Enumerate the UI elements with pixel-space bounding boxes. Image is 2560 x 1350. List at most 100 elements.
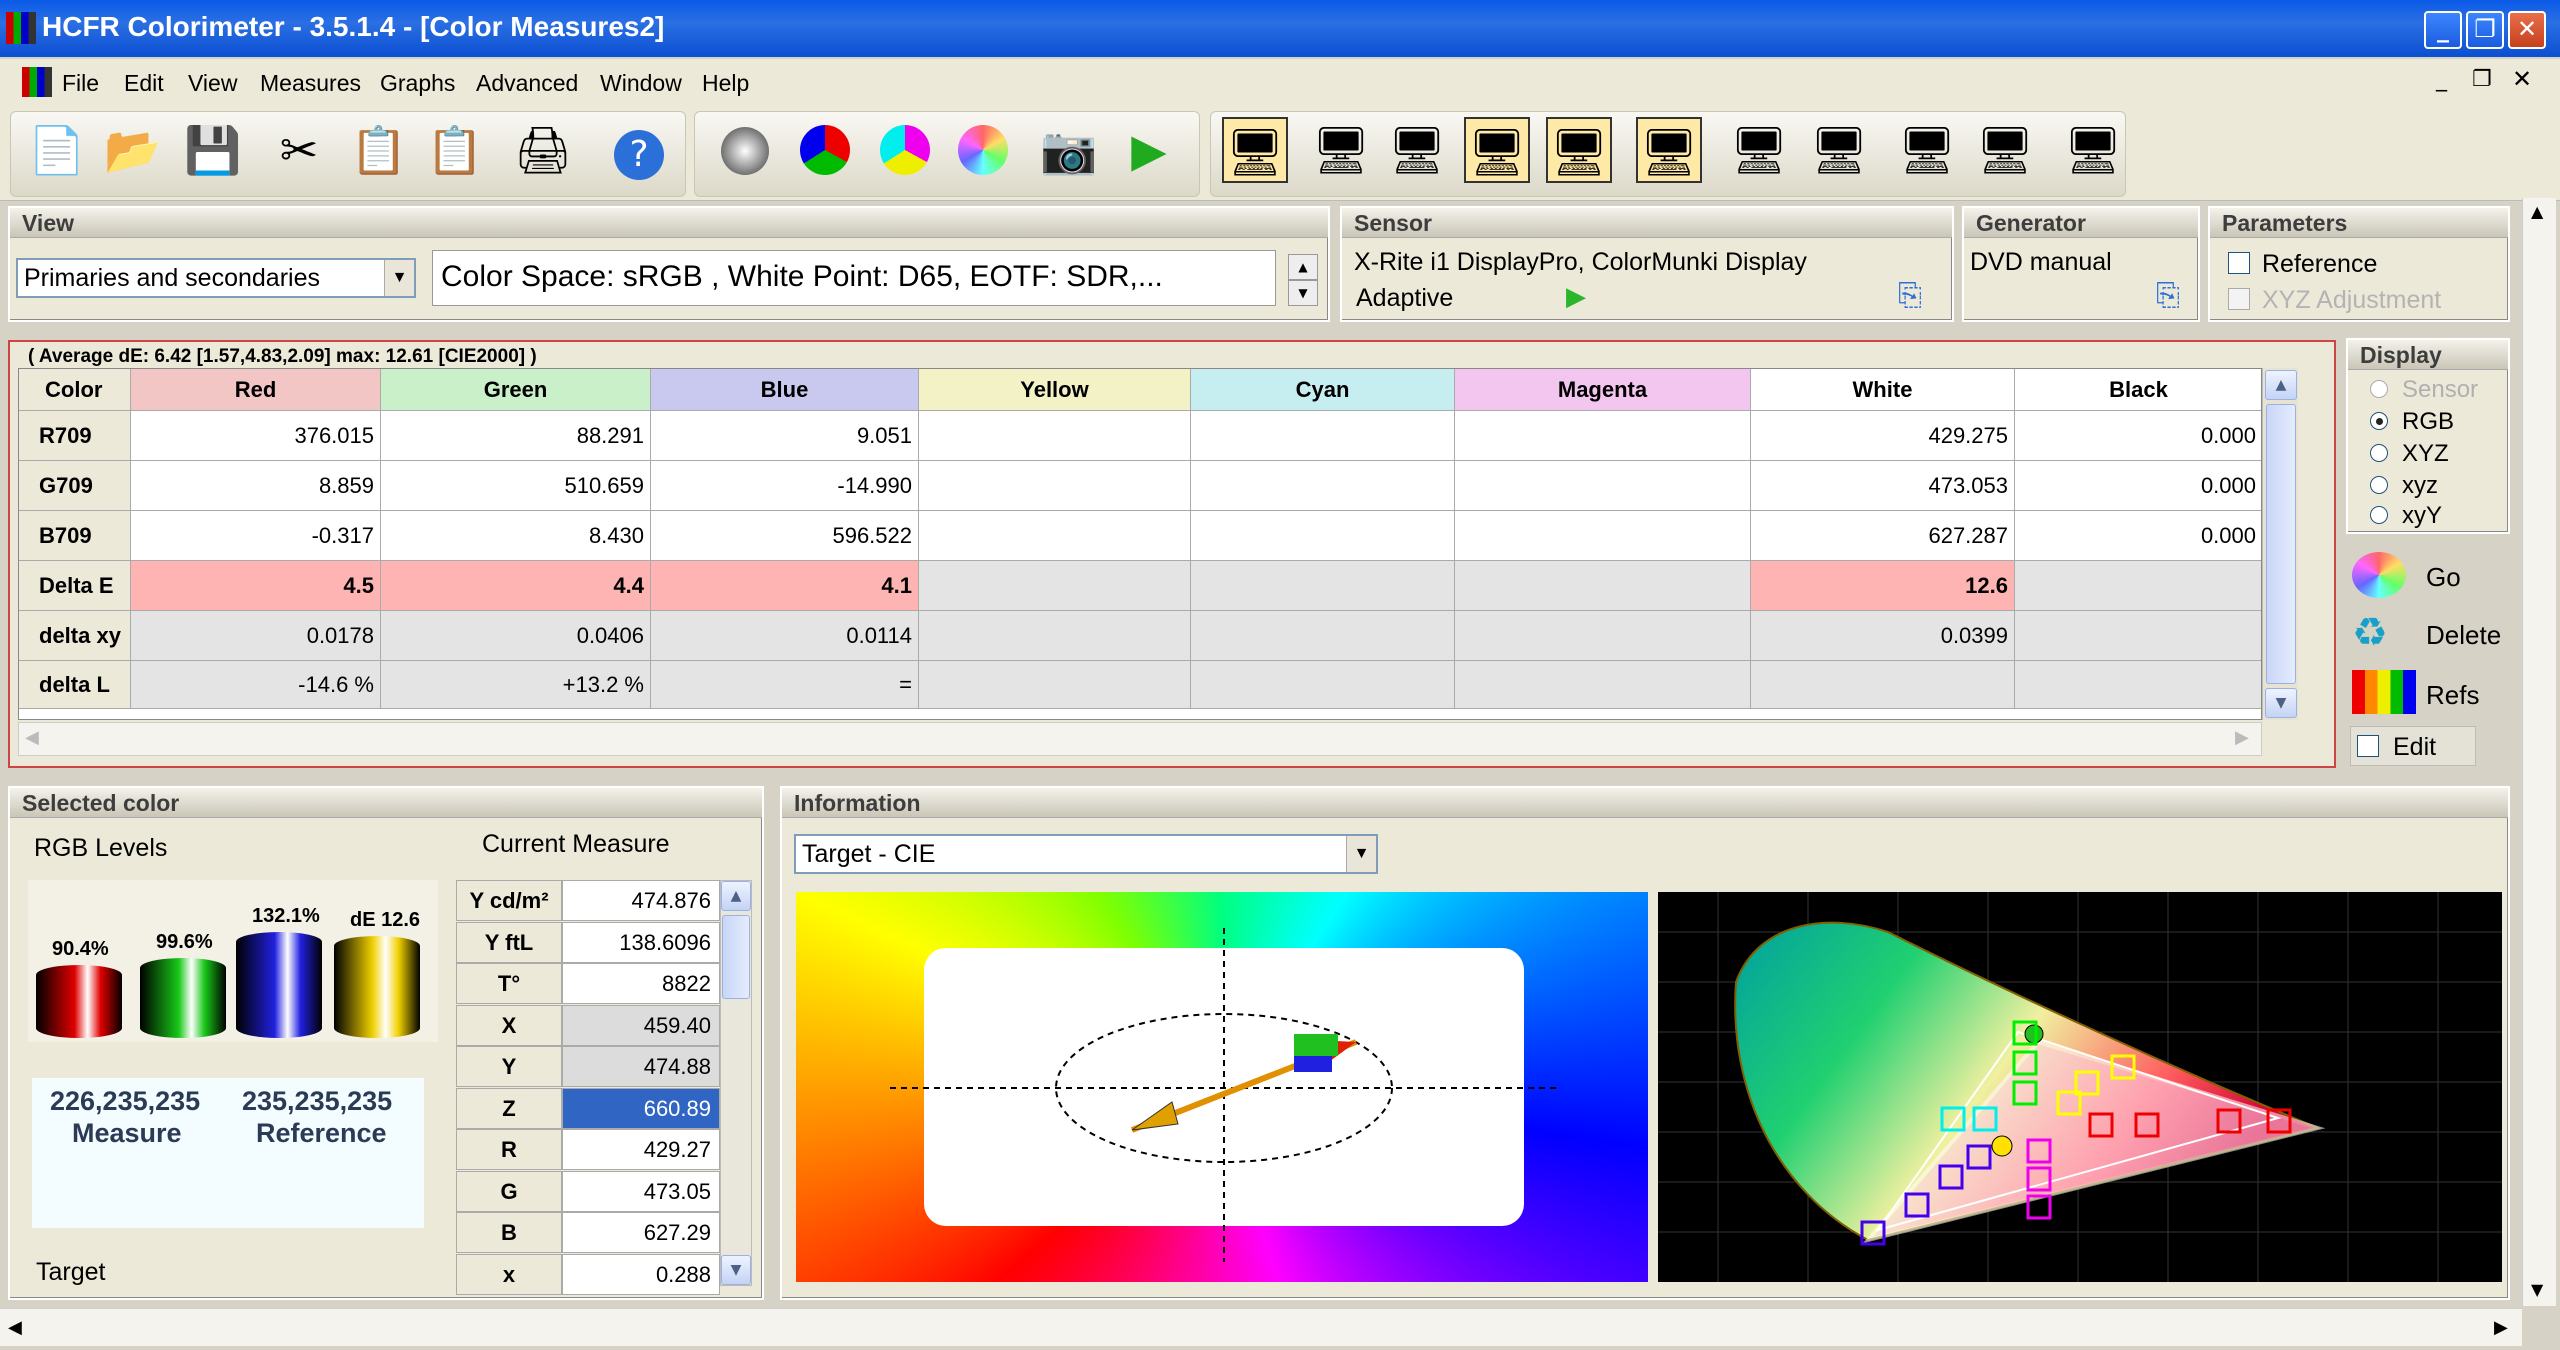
primaries-icon[interactable] xyxy=(792,117,858,183)
main-vertical-scrollbar[interactable]: ▲ ▼ xyxy=(2522,198,2556,1306)
column-header-green[interactable]: Green xyxy=(381,369,651,411)
table-cell[interactable]: 0.000 xyxy=(2015,461,2261,511)
table-cell[interactable] xyxy=(2015,661,2261,709)
chevron-down-icon[interactable]: ▼ xyxy=(384,260,414,296)
table-cell[interactable]: 376.015 xyxy=(131,411,381,461)
table-cell[interactable] xyxy=(919,611,1191,661)
de-graph-icon[interactable]: 🖥 xyxy=(1726,117,1792,183)
delete-button[interactable]: ♻ Delete xyxy=(2348,606,2508,660)
table-cell[interactable] xyxy=(1751,661,2015,709)
cie-chart-icon[interactable]: 🖥 xyxy=(1636,117,1702,183)
measure-row[interactable]: B 627.29 xyxy=(456,1212,720,1253)
paste-icon[interactable]: 📋 xyxy=(422,117,488,183)
measure-row[interactable]: X 459.40 xyxy=(456,1004,720,1046)
copy-icon[interactable]: 📋 xyxy=(346,117,412,183)
grid-scroll-down[interactable]: ▼ xyxy=(2265,688,2297,718)
grid-scroll-right[interactable]: ▶ xyxy=(2235,727,2249,748)
column-header-black[interactable]: Black xyxy=(2015,369,2261,411)
luminance-graph-icon[interactable]: 🖥 xyxy=(1384,117,1450,183)
table-cell[interactable] xyxy=(1191,461,1455,511)
table-cell[interactable]: 88.291 xyxy=(381,411,651,461)
mdi-close-button[interactable]: ✕ xyxy=(2512,65,2532,93)
menu-file[interactable]: File xyxy=(62,70,99,97)
table-cell[interactable]: 627.287 xyxy=(1751,511,2015,561)
main-scroll-left[interactable]: ◀ xyxy=(8,1317,22,1338)
table-cell[interactable] xyxy=(1455,561,1751,611)
table-cell[interactable]: 0.000 xyxy=(2015,411,2261,461)
table-cell[interactable] xyxy=(1191,611,1455,661)
sensor-play-icon[interactable]: ▶ xyxy=(1566,282,1586,312)
table-cell[interactable]: 4.1 xyxy=(651,561,919,611)
column-header-magenta[interactable]: Magenta xyxy=(1455,369,1751,411)
measures-view-icon[interactable]: 🖥 xyxy=(1222,117,1288,183)
display-radio-xyz[interactable] xyxy=(2370,444,2388,462)
table-cell[interactable] xyxy=(919,411,1191,461)
table-cell[interactable] xyxy=(1191,561,1455,611)
menu-view[interactable]: View xyxy=(188,70,237,97)
column-header-cyan[interactable]: Cyan xyxy=(1191,369,1455,411)
table-cell[interactable]: 4.4 xyxy=(381,561,651,611)
camera-icon[interactable]: 📷 xyxy=(1036,117,1102,183)
measure-scroll-up[interactable]: ▲ xyxy=(721,881,751,911)
table-cell[interactable] xyxy=(1191,511,1455,561)
generator-config-icon[interactable]: ⎘ xyxy=(2156,278,2180,313)
table-cell[interactable]: 9.051 xyxy=(651,411,919,461)
menu-graphs[interactable]: Graphs xyxy=(380,70,455,97)
table-cell[interactable]: 8.859 xyxy=(131,461,381,511)
table-cell[interactable]: 596.522 xyxy=(651,511,919,561)
column-header-yellow[interactable]: Yellow xyxy=(919,369,1191,411)
maximize-button[interactable]: ❐ xyxy=(2466,11,2504,49)
cut-icon[interactable]: ✂ xyxy=(266,117,332,183)
view-mode-select[interactable]: Primaries and secondaries ▼ xyxy=(16,258,416,298)
mdi-minimize-button[interactable]: _ xyxy=(2436,67,2447,92)
table-cell[interactable]: = xyxy=(651,661,919,709)
table-cell[interactable] xyxy=(2015,611,2261,661)
table-cell[interactable] xyxy=(919,561,1191,611)
table-cell[interactable]: 0.0178 xyxy=(131,611,381,661)
sensor-config-icon[interactable]: ⎘ xyxy=(1898,278,1922,313)
menu-advanced[interactable]: Advanced xyxy=(476,70,578,97)
table-cell[interactable] xyxy=(1191,661,1455,709)
column-header-white[interactable]: White xyxy=(1751,369,2015,411)
measure-scroll-thumb[interactable] xyxy=(722,915,750,999)
saturation-shift-graph-icon[interactable]: 🖥 xyxy=(1894,117,1960,183)
menu-window[interactable]: Window xyxy=(600,70,682,97)
minimize-button[interactable]: _ xyxy=(2424,11,2462,49)
table-cell[interactable] xyxy=(1455,661,1751,709)
display-radio-rgb[interactable] xyxy=(2370,412,2388,430)
color-temp-graph-icon[interactable]: 🖥 xyxy=(1546,117,1612,183)
help-icon[interactable]: ? xyxy=(606,117,672,183)
open-icon[interactable]: 📂 xyxy=(100,117,166,183)
table-cell[interactable] xyxy=(1191,411,1455,461)
info-spin-up[interactable]: ▲ xyxy=(1288,254,1318,280)
measure-row[interactable]: Y cd/m² 474.876 xyxy=(456,880,720,921)
table-cell[interactable] xyxy=(1455,411,1751,461)
measure-row[interactable]: Y ftL 138.6096 xyxy=(456,921,720,963)
chevron-down-icon[interactable]: ▼ xyxy=(1346,836,1376,872)
table-cell[interactable]: -14.990 xyxy=(651,461,919,511)
saturation-icon[interactable] xyxy=(950,117,1016,183)
table-cell[interactable] xyxy=(919,461,1191,511)
display-radio-xyz-lower[interactable] xyxy=(2370,476,2388,494)
table-cell[interactable]: 0.0406 xyxy=(381,611,651,661)
menu-measures[interactable]: Measures xyxy=(260,70,361,97)
table-cell[interactable] xyxy=(919,511,1191,561)
table-cell[interactable]: -0.317 xyxy=(131,511,381,561)
mdi-restore-button[interactable]: ❐ xyxy=(2472,67,2492,92)
new-icon[interactable]: 📄 xyxy=(24,117,90,183)
grid-scroll-thumb[interactable] xyxy=(2266,404,2296,684)
grid-scroll-up[interactable]: ▲ xyxy=(2265,370,2297,400)
table-cell[interactable] xyxy=(1455,461,1751,511)
xyz-adjustment-checkbox[interactable] xyxy=(2228,288,2250,310)
measure-table-scrollbar[interactable]: ▲ ▼ xyxy=(720,880,752,1286)
rgb-levels-graph-icon[interactable]: 🖥 xyxy=(1464,117,1530,183)
grid-horizontal-scrollbar[interactable]: ◀ ▶ xyxy=(18,722,2262,756)
title-bar[interactable]: HCFR Colorimeter - 3.5.1.4 - [Color Meas… xyxy=(0,0,2560,57)
table-cell[interactable]: -14.6 % xyxy=(131,661,381,709)
table-cell[interactable]: 473.053 xyxy=(1751,461,2015,511)
table-cell[interactable] xyxy=(1455,511,1751,561)
measure-row[interactable]: G 473.05 xyxy=(456,1170,720,1212)
table-cell[interactable] xyxy=(2015,561,2261,611)
main-scroll-right[interactable]: ▶ xyxy=(2494,1317,2508,1338)
menu-edit[interactable]: Edit xyxy=(124,70,164,97)
